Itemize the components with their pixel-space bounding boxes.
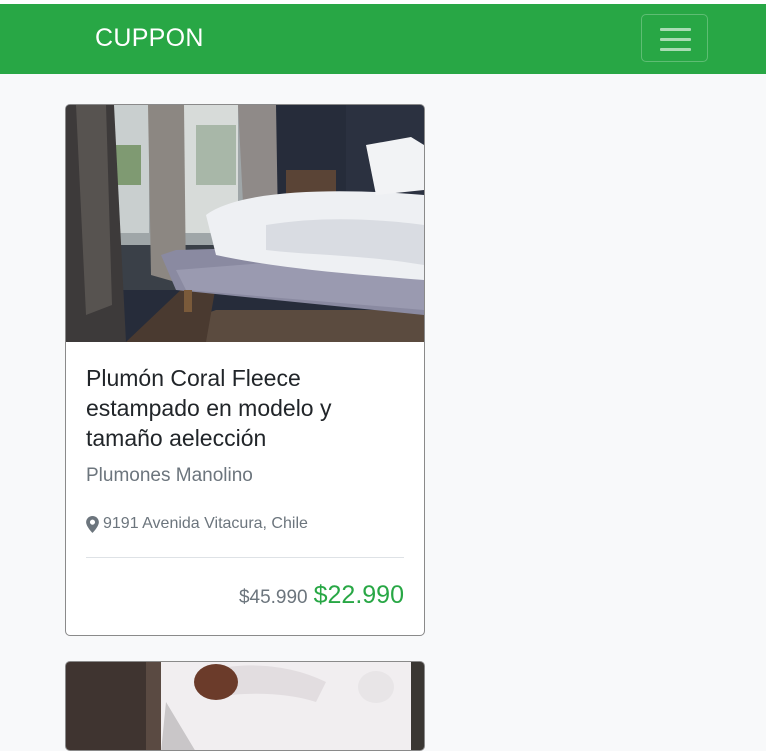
original-price: $45.990 — [238, 587, 308, 608]
card-divider — [86, 557, 404, 558]
deal-title[interactable]: Plumón Coral Fleece estampado en modelo … — [86, 363, 406, 453]
price-block: $45.990 $22.990 — [239, 581, 404, 610]
merchant-name: Plumones Manolino — [86, 465, 253, 486]
hamburger-menu-icon-bottom — [660, 48, 691, 51]
address-text: 9191 Avenida Vitacura, Chile — [103, 515, 308, 532]
map-marker-icon — [86, 515, 99, 533]
deal-card[interactable] — [65, 661, 425, 751]
bedroom-photo — [66, 105, 424, 342]
discount-price: $22.990 — [313, 581, 404, 609]
person-photo — [66, 662, 424, 750]
deal-image[interactable] — [66, 105, 424, 342]
navbar: CUPPON — [0, 4, 766, 74]
deal-address: 9191 Avenida Vitacura, Chile — [86, 515, 308, 533]
deal-card[interactable]: Plumón Coral Fleece estampado en modelo … — [65, 104, 425, 636]
hamburger-menu-icon — [660, 28, 691, 31]
hamburger-menu-icon-mid — [660, 38, 691, 41]
brand-logo[interactable]: CUPPON — [95, 24, 204, 53]
navbar-toggle-button[interactable] — [641, 14, 708, 62]
